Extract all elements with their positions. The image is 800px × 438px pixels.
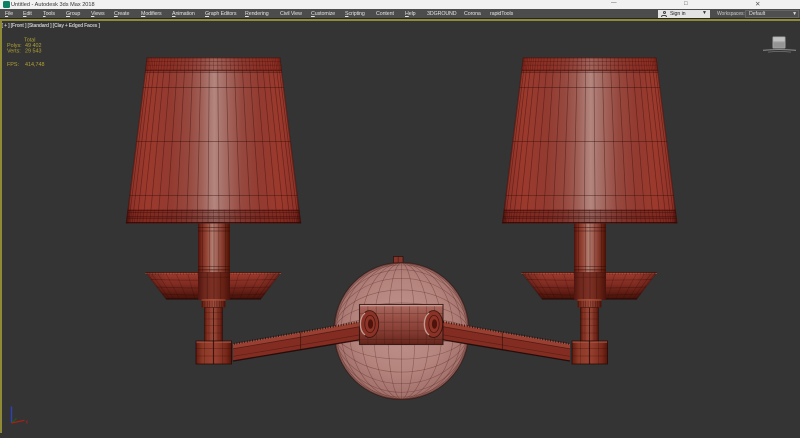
svg-text:414,748: 414,748 bbox=[25, 62, 45, 68]
svg-text:[ + ] [Front ] [Standard ] [Cl: [ + ] [Front ] [Standard ] [Clay + Edged… bbox=[2, 23, 101, 29]
svg-text:Verts:: Verts: bbox=[7, 49, 21, 55]
svg-text:29 543: 29 543 bbox=[25, 49, 42, 55]
svg-text:FPS:: FPS: bbox=[7, 62, 19, 68]
